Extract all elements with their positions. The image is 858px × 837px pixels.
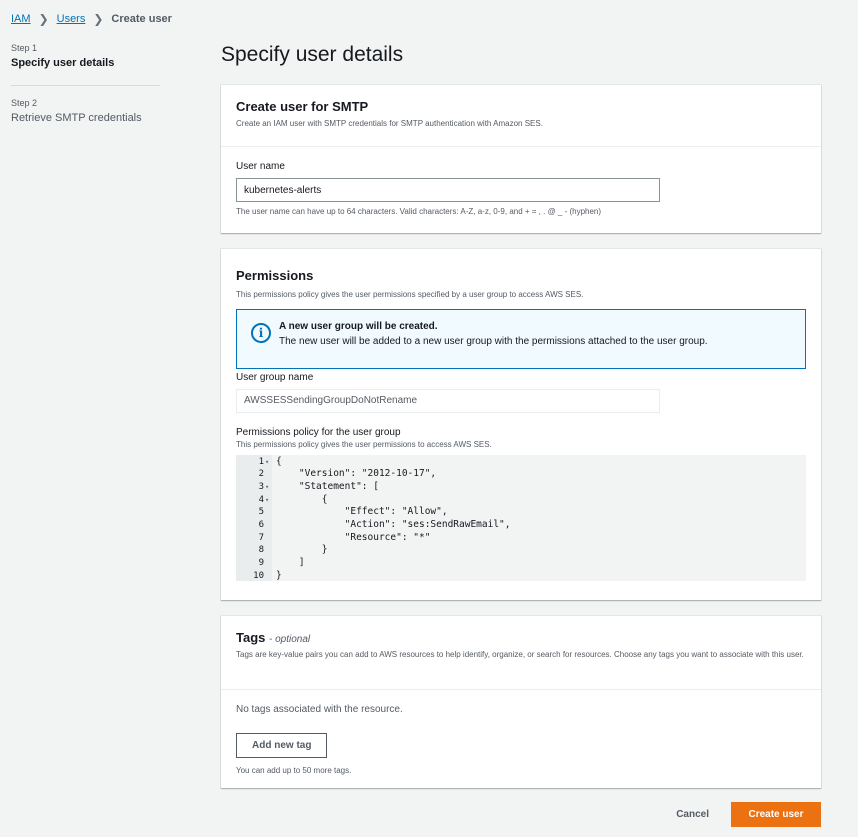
wizard-step-2: Step 2 Retrieve SMTP credentials (11, 98, 161, 136)
smtp-user-panel: Create user for SMTP Create an IAM user … (221, 85, 821, 233)
panel-header: Create user for SMTP Create an IAM user … (221, 85, 821, 147)
step-divider (11, 85, 160, 86)
panel-title: Permissions (236, 268, 314, 283)
add-new-tag-button[interactable]: Add new tag (236, 733, 328, 758)
code-line: 5 "Effect": "Allow", (236, 506, 806, 519)
info-icon: i (251, 322, 271, 343)
step-number: Step 1 (11, 43, 38, 53)
panel-header: Tags - optional Tags are key-value pairs… (221, 616, 821, 690)
code-line: 4 ▾ { (236, 494, 806, 507)
code-line: 7 "Resource": "*" (236, 532, 806, 545)
line-number: 2 (258, 469, 264, 480)
line-number: 10 (253, 570, 264, 581)
no-tags-text: No tags associated with the resource. (236, 704, 403, 715)
line-number: 4 (258, 494, 264, 505)
step-title: Retrieve SMTP credentials (11, 112, 142, 124)
code-line: 2 "Version": "2012-10-17", (236, 468, 806, 481)
policy-description: This permissions policy gives the user p… (236, 439, 492, 449)
line-number: 3 (258, 481, 264, 492)
line-number: 5 (258, 507, 264, 518)
create-user-button[interactable]: Create user (731, 802, 821, 827)
fold-caret-icon[interactable]: ▾ (265, 481, 269, 494)
line-number: 7 (258, 532, 264, 543)
group-name-input (236, 388, 660, 413)
breadcrumb-current: Create user (111, 13, 172, 25)
user-name-input[interactable] (236, 178, 660, 202)
code-text: "Effect": "Allow", (276, 506, 448, 518)
line-number: 8 (258, 545, 264, 556)
panel-description: This permissions policy gives the user p… (236, 290, 584, 299)
line-number: 6 (258, 520, 264, 531)
wizard-actions: Cancel Create user (676, 802, 821, 827)
tags-panel: Tags - optional Tags are key-value pairs… (221, 616, 821, 788)
code-text: } (276, 569, 282, 581)
policy-label: Permissions policy for the user group (236, 426, 401, 438)
step-number: Step 2 (11, 98, 38, 108)
chevron-right-icon: ❯ (93, 12, 104, 26)
group-name-label: User group name (236, 371, 314, 383)
panel-body: User name The user name can have up to 6… (221, 147, 821, 230)
code-line: 8 } (236, 544, 806, 557)
code-line: 10} (236, 570, 806, 583)
info-text: The new user will be added to a new user… (279, 335, 708, 347)
tags-limit-text: You can add up to 50 more tags. (236, 766, 352, 775)
code-text: { (276, 455, 282, 467)
code-line: 9 ] (236, 557, 806, 570)
code-text: "Resource": "*" (276, 531, 431, 543)
code-line: 3 ▾ "Statement": [ (236, 481, 806, 494)
user-name-constraint: The user name can have up to 64 characte… (236, 207, 602, 216)
panel-body: No tags associated with the resource. Ad… (221, 690, 821, 789)
panel-header: Permissions This permissions policy give… (221, 249, 821, 301)
code-text: } (276, 544, 328, 556)
permissions-panel: Permissions This permissions policy give… (221, 249, 821, 600)
info-title: A new user group will be created. (279, 320, 438, 332)
code-line: 1 ▾ { (236, 456, 806, 469)
info-alert: i A new user group will be created. The … (236, 308, 806, 369)
step-title: Specify user details (11, 57, 115, 69)
panel-title: Create user for SMTP (236, 99, 369, 114)
panel-body: i A new user group will be created. The … (221, 301, 821, 581)
breadcrumb-users-link[interactable]: Users (57, 13, 86, 25)
panel-title: Tags - optional (236, 630, 806, 645)
chevron-right-icon: ❯ (38, 12, 49, 26)
code-line: 6 "Action": "ses:SendRawEmail", (236, 519, 806, 532)
line-number: 9 (258, 558, 264, 569)
fold-caret-icon[interactable]: ▾ (265, 494, 269, 507)
wizard-step-1: Step 1 Specify user details (11, 43, 161, 81)
policy-code-editor: 1 ▾{2 "Version": "2012-10-17", 3 ▾ "Stateme… (236, 454, 806, 583)
optional-label: - optional (269, 634, 311, 645)
cancel-button[interactable]: Cancel (676, 809, 709, 820)
user-name-label: User name (236, 161, 285, 172)
info-content: A new user group will be created. The ne… (279, 319, 708, 347)
panel-description: Tags are key-value pairs you can add to … (236, 650, 804, 659)
fold-caret-icon[interactable]: ▾ (265, 456, 269, 469)
panel-description: Create an IAM user with SMTP credentials… (236, 119, 543, 128)
code-text: "Version": "2012-10-17", (276, 468, 437, 480)
line-number: 1 (258, 456, 264, 467)
wizard-steps: Step 1 Specify user details Step 2 Retri… (11, 43, 161, 136)
page-title: Specify user details (221, 43, 404, 66)
breadcrumb: IAM ❯ Users ❯ Create user (11, 12, 172, 26)
breadcrumb-iam-link[interactable]: IAM (11, 13, 31, 25)
code-text: "Action": "ses:SendRawEmail", (276, 519, 511, 531)
code-text: { (276, 493, 328, 505)
code-text: "Statement": [ (276, 480, 379, 492)
tags-title: Tags (236, 630, 266, 645)
code-text: ] (276, 557, 305, 569)
